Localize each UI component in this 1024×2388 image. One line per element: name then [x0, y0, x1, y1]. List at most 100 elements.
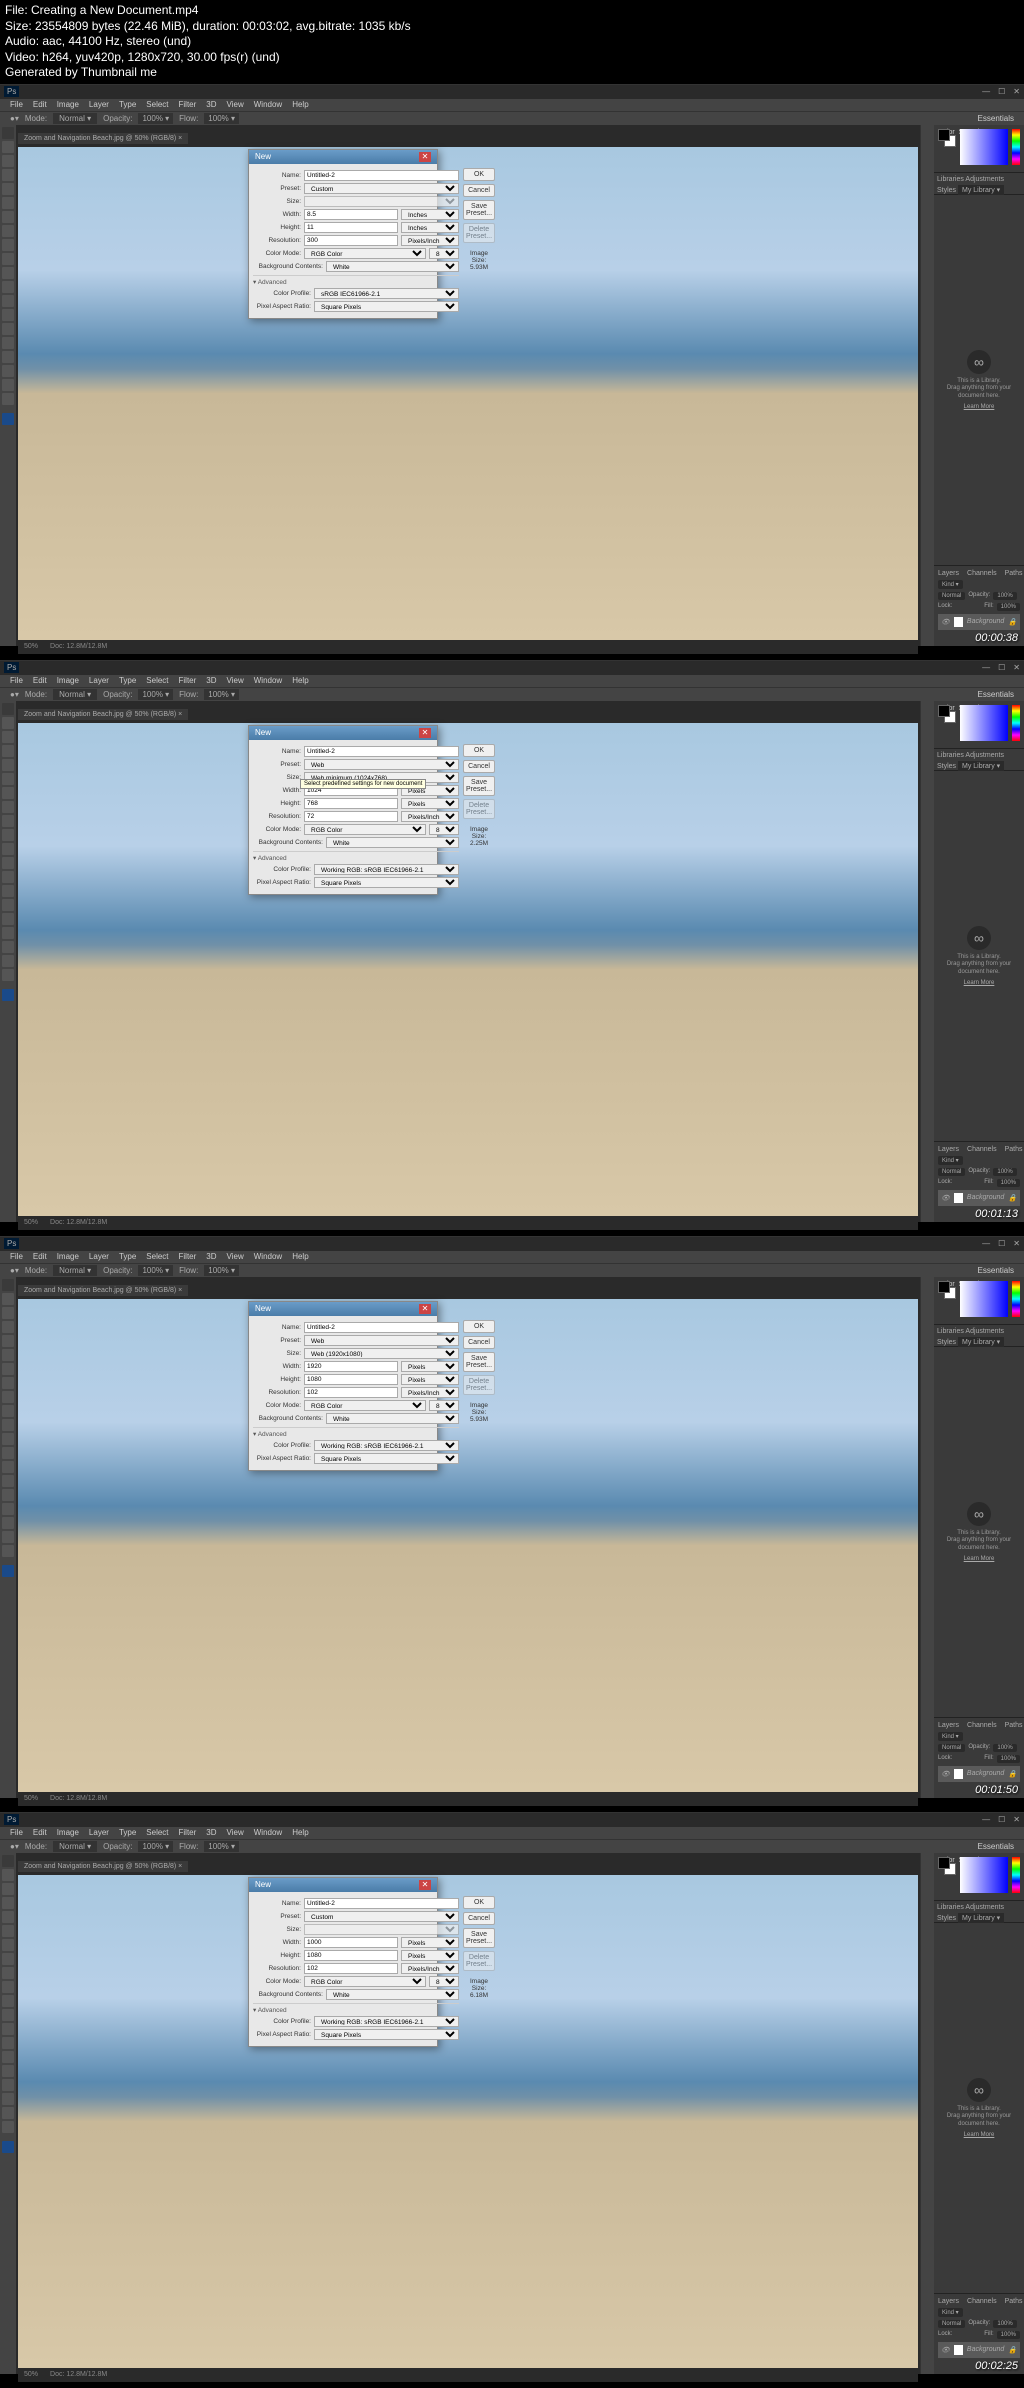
dialog-titlebar[interactable]: New ✕: [249, 1878, 437, 1892]
color-profile[interactable]: Working RGB: sRGB IEC61966-2.1: [314, 1440, 459, 1451]
visibility-icon[interactable]: 👁: [941, 618, 950, 626]
height-input[interactable]: [304, 222, 398, 233]
lib-tab-styles[interactable]: Styles: [937, 763, 956, 770]
foreground-color[interactable]: [2, 2141, 14, 2153]
doc-tab[interactable]: Zoom and Navigation Beach.jpg @ 50% (RGB…: [18, 1285, 188, 1296]
tool-3[interactable]: [2, 1321, 14, 1333]
tool-5[interactable]: [2, 1925, 14, 1937]
tab-paths[interactable]: Paths: [1005, 1722, 1023, 1729]
delete-preset-button[interactable]: Delete Preset...: [463, 799, 495, 819]
menu-3d[interactable]: 3D: [206, 1252, 216, 1261]
tool-11[interactable]: [2, 281, 14, 293]
height-input[interactable]: [304, 1950, 398, 1961]
minimize-icon[interactable]: —: [982, 87, 990, 96]
tool-16[interactable]: [2, 927, 14, 939]
blend-mode[interactable]: Normal: [938, 1168, 965, 1176]
tool-2[interactable]: [2, 731, 14, 743]
ok-button[interactable]: OK: [463, 744, 495, 757]
tool-2[interactable]: [2, 155, 14, 167]
background-layer[interactable]: 👁 Background 🔒: [938, 614, 1020, 630]
tool-18[interactable]: [2, 379, 14, 391]
menu-file[interactable]: File: [10, 676, 23, 685]
fg-bg-swatch[interactable]: [938, 1857, 956, 1875]
menu-help[interactable]: Help: [292, 1828, 308, 1837]
learn-more-link[interactable]: Learn More: [964, 980, 995, 986]
height-unit[interactable]: Pixels: [401, 1374, 459, 1385]
tool-3[interactable]: [2, 745, 14, 757]
menu-window[interactable]: Window: [254, 100, 282, 109]
ok-button[interactable]: OK: [463, 168, 495, 181]
menu-file[interactable]: File: [10, 1252, 23, 1261]
lib-tab-libraries[interactable]: Libraries: [937, 1904, 964, 1911]
tool-8[interactable]: [2, 1967, 14, 1979]
tool-15[interactable]: [2, 2065, 14, 2077]
tool-19[interactable]: [2, 969, 14, 981]
tool-6[interactable]: [2, 1363, 14, 1375]
height-input[interactable]: [304, 1374, 398, 1385]
tab-layers[interactable]: Layers: [938, 570, 959, 577]
layer-fill[interactable]: 100%: [997, 603, 1020, 611]
dialog-titlebar[interactable]: New ✕: [249, 150, 437, 164]
visibility-icon[interactable]: 👁: [941, 1770, 950, 1778]
menu-window[interactable]: Window: [254, 676, 282, 685]
lib-tab-styles[interactable]: Styles: [937, 1915, 956, 1922]
color-mode[interactable]: RGB Color: [304, 824, 426, 835]
menu-type[interactable]: Type: [119, 1828, 136, 1837]
tool-15[interactable]: [2, 913, 14, 925]
tool-0[interactable]: [2, 1279, 14, 1291]
tool-13[interactable]: [2, 309, 14, 321]
menu-window[interactable]: Window: [254, 1252, 282, 1261]
foreground-color[interactable]: [2, 989, 14, 1001]
close-icon[interactable]: ✕: [1013, 1239, 1020, 1248]
blend-mode[interactable]: Normal: [938, 2320, 965, 2328]
width-input[interactable]: [304, 1361, 398, 1372]
tool-17[interactable]: [2, 1517, 14, 1529]
menu-filter[interactable]: Filter: [179, 676, 197, 685]
mode-select[interactable]: Normal ▾: [53, 1841, 97, 1852]
tool-0[interactable]: [2, 703, 14, 715]
res-input[interactable]: [304, 811, 398, 822]
tool-12[interactable]: [2, 295, 14, 307]
menu-select[interactable]: Select: [146, 100, 168, 109]
tool-17[interactable]: [2, 365, 14, 377]
color-mode[interactable]: RGB Color: [304, 248, 426, 259]
tool-2[interactable]: [2, 1307, 14, 1319]
res-input[interactable]: [304, 235, 398, 246]
mode-select[interactable]: Normal ▾: [53, 689, 97, 700]
res-unit[interactable]: Pixels/Inch: [401, 1387, 459, 1398]
background-layer[interactable]: 👁 Background 🔒: [938, 2342, 1020, 2358]
advanced-section[interactable]: ▾ Advanced: [253, 278, 459, 286]
tool-4[interactable]: [2, 1911, 14, 1923]
my-library-select[interactable]: My Library ▾: [958, 185, 1004, 195]
bg-contents[interactable]: White: [326, 1989, 459, 2000]
color-profile[interactable]: Working RGB: sRGB IEC61966-2.1: [314, 864, 459, 875]
advanced-section[interactable]: ▾ Advanced: [253, 854, 459, 862]
menu-help[interactable]: Help: [292, 1252, 308, 1261]
learn-more-link[interactable]: Learn More: [964, 2132, 995, 2138]
layer-opacity[interactable]: 100%: [993, 592, 1016, 600]
hue-strip[interactable]: [1012, 129, 1020, 165]
tool-9[interactable]: [2, 1981, 14, 1993]
learn-more-link[interactable]: Learn More: [964, 1556, 995, 1562]
menu-3d[interactable]: 3D: [206, 100, 216, 109]
tool-18[interactable]: [2, 955, 14, 967]
menu-filter[interactable]: Filter: [179, 1252, 197, 1261]
tool-12[interactable]: [2, 1447, 14, 1459]
tool-17[interactable]: [2, 941, 14, 953]
tool-8[interactable]: [2, 815, 14, 827]
menu-image[interactable]: Image: [57, 1252, 79, 1261]
layer-kind[interactable]: Kind ▾: [938, 1732, 963, 1741]
tool-7[interactable]: [2, 1377, 14, 1389]
visibility-icon[interactable]: 👁: [941, 2346, 950, 2354]
delete-preset-button[interactable]: Delete Preset...: [463, 1951, 495, 1971]
name-input[interactable]: [304, 170, 459, 181]
tool-1[interactable]: [2, 141, 14, 153]
layer-fill[interactable]: 100%: [997, 1755, 1020, 1763]
close-icon[interactable]: ✕: [419, 1304, 431, 1314]
close-icon[interactable]: ✕: [419, 152, 431, 162]
cancel-button[interactable]: Cancel: [463, 184, 495, 197]
pixel-aspect[interactable]: Square Pixels: [314, 301, 459, 312]
minimize-icon[interactable]: —: [982, 1239, 990, 1248]
tab-paths[interactable]: Paths: [1005, 2298, 1023, 2305]
lib-tab-styles[interactable]: Styles: [937, 1339, 956, 1346]
